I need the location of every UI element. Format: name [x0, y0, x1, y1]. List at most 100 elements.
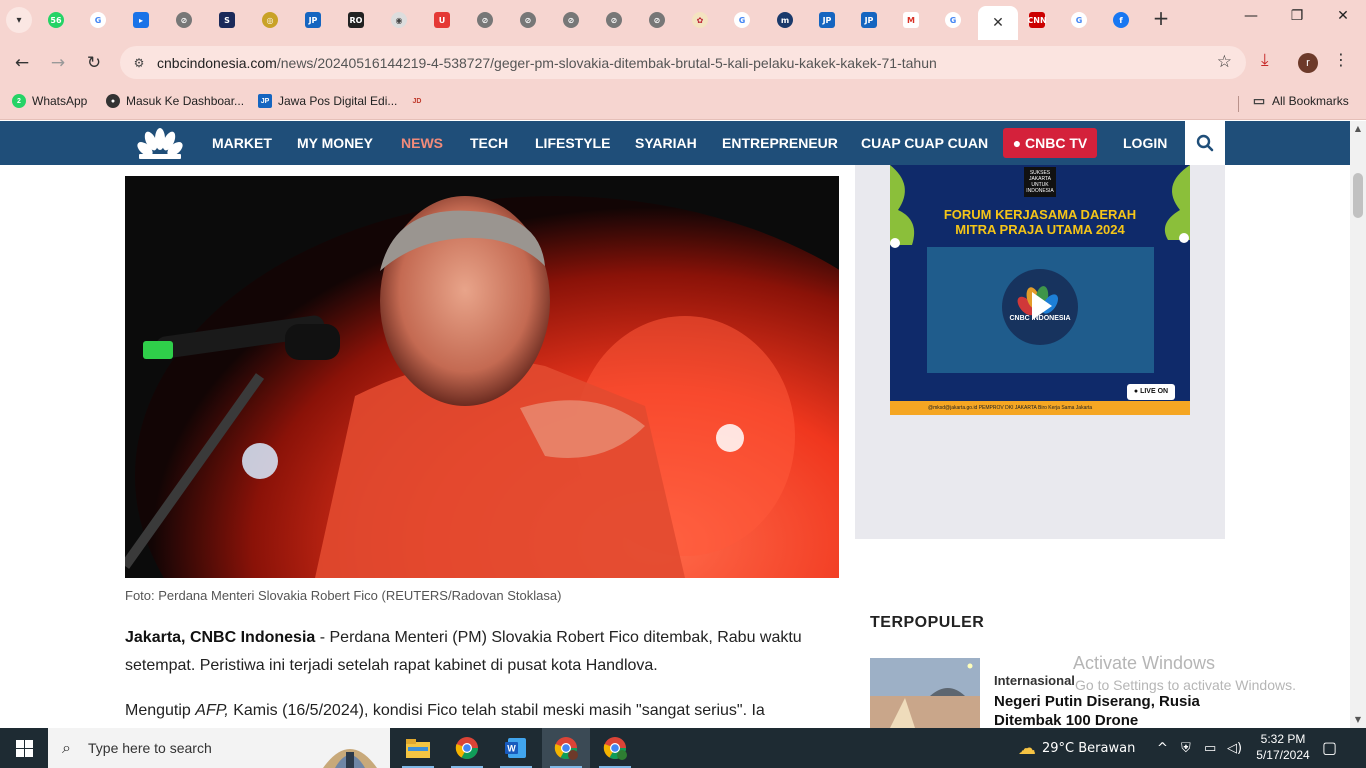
tab-google[interactable]: G — [78, 6, 118, 34]
video-play-button[interactable] — [1002, 269, 1078, 345]
nav-syariah[interactable]: SYARIAH — [635, 135, 697, 151]
tab-active-cnbc[interactable]: ✕ — [978, 6, 1018, 40]
download-icon[interactable]: ⤓ — [1261, 50, 1269, 70]
search-highlight-icon — [323, 749, 377, 768]
tab-page[interactable]: ⊘ — [551, 6, 591, 34]
page-scrollbar[interactable]: ▲ ▼ — [1350, 121, 1366, 728]
nav-lifestyle[interactable]: LIFESTYLE — [535, 135, 610, 151]
tab-app[interactable]: ▸ — [121, 6, 161, 34]
popular-category[interactable]: Internasional — [994, 673, 1075, 688]
tab-search-dropdown-icon[interactable]: ▾ — [6, 7, 32, 33]
cnbc-tv-button[interactable]: ● CNBC TV — [1003, 128, 1097, 158]
start-button[interactable] — [0, 728, 48, 768]
whatsapp-icon: 56 — [48, 12, 64, 28]
tab-google[interactable]: G — [933, 6, 973, 34]
globe-icon: ⊘ — [176, 12, 192, 28]
tab-page[interactable]: ⊘ — [164, 6, 204, 34]
tab-whatsapp[interactable]: 56 — [36, 6, 76, 34]
tab-cnn[interactable]: CNN — [1017, 6, 1057, 34]
tab-page[interactable]: ◎ — [250, 6, 290, 34]
tab-jp[interactable]: JP — [849, 6, 889, 34]
defender-icon[interactable]: ⛨ — [1181, 728, 1191, 768]
maximize-button[interactable]: ❐ — [1274, 8, 1320, 32]
nav-my-money[interactable]: MY MONEY — [297, 135, 373, 151]
scroll-up-arrow-icon[interactable]: ▲ — [1350, 121, 1366, 137]
ro-icon: RO — [348, 12, 364, 28]
tab-page[interactable]: RO — [336, 6, 376, 34]
taskbar-file-explorer[interactable] — [394, 728, 442, 768]
tab-page[interactable]: ⊘ — [637, 6, 677, 34]
network-icon[interactable]: ▭ — [1204, 728, 1216, 768]
tab-page[interactable]: m — [765, 6, 805, 34]
tab-jp[interactable]: JP — [293, 6, 333, 34]
cnbc-peacock-logo[interactable] — [135, 127, 185, 159]
tab-google[interactable]: G — [722, 6, 762, 34]
windows-logo-icon — [15, 739, 33, 757]
tab-gmail[interactable]: M — [891, 6, 931, 34]
tab-news[interactable]: S — [207, 6, 247, 34]
tab-facebook[interactable]: f — [1101, 6, 1141, 34]
taskbar-chrome-profile-h[interactable] — [591, 728, 639, 768]
taskbar-word[interactable]: W — [492, 728, 540, 768]
volume-icon[interactable]: ◁) — [1227, 728, 1242, 768]
taskbar-chrome[interactable] — [443, 728, 491, 768]
new-tab-button[interactable]: + — [1150, 8, 1172, 30]
nav-news[interactable]: NEWS — [401, 135, 443, 151]
popular-title[interactable]: Negeri Putin Diserang, Rusia Ditembak 10… — [994, 692, 1234, 730]
address-bar[interactable]: ⚙ cnbcindonesia.com/news/20240516144219-… — [120, 46, 1246, 79]
taskbar-chrome-profile[interactable] — [542, 728, 590, 768]
google-icon: G — [90, 12, 106, 28]
site-search-button[interactable] — [1185, 121, 1225, 165]
close-tab-icon[interactable]: ✕ — [992, 15, 1004, 31]
jp-icon: JP — [258, 94, 272, 108]
tab-page[interactable]: U — [422, 6, 462, 34]
all-bookmarks-button[interactable]: ▭ All Bookmarks — [1252, 93, 1349, 108]
tray-overflow-icon[interactable]: ^ — [1157, 728, 1168, 768]
sidebar-ad-banner[interactable]: SUKSES JAKARTA UNTUK INDONESIA FORUM KER… — [890, 165, 1190, 415]
scrollbar-thumb[interactable] — [1353, 173, 1363, 218]
back-button[interactable]: ← — [9, 50, 35, 76]
chrome-icon — [603, 737, 627, 760]
tab-page[interactable]: ◉ — [379, 6, 419, 34]
nav-cuap-cuap-cuan[interactable]: CUAP CUAP CUAN — [861, 135, 988, 151]
bookmark-jdih[interactable]: JD — [410, 94, 430, 108]
notification-icon[interactable]: ▢ — [1322, 738, 1337, 757]
gmail-icon: M — [903, 12, 919, 28]
site-navbar: MARKET MY MONEY NEWS TECH LIFESTYLE SYAR… — [0, 121, 1350, 165]
whatsapp-icon: 2 — [12, 94, 26, 108]
menu-kebab-icon[interactable]: ⋮ — [1333, 50, 1349, 69]
close-window-button[interactable]: ✕ — [1320, 8, 1366, 32]
play-icon — [1017, 286, 1058, 320]
site-info-icon[interactable]: ⚙ — [130, 54, 148, 72]
login-link[interactable]: LOGIN — [1123, 135, 1167, 151]
word-icon: W — [505, 738, 526, 758]
tab-page[interactable]: ⊘ — [508, 6, 548, 34]
forward-button[interactable]: → — [45, 50, 71, 76]
tab-google[interactable]: G — [1059, 6, 1099, 34]
nav-entrepreneur[interactable]: ENTREPRENEUR — [722, 135, 838, 151]
taskbar-search-placeholder: Type here to search — [88, 740, 212, 756]
bookmark-whatsapp[interactable]: 2 WhatsApp — [12, 94, 87, 108]
bookmark-label: WhatsApp — [32, 94, 88, 108]
popular-heading: TERPOPULER — [870, 614, 985, 631]
nav-market[interactable]: MARKET — [212, 135, 272, 151]
profile-avatar[interactable]: r — [1298, 53, 1318, 73]
weather-widget[interactable]: ☁ 29°C Berawan — [1018, 728, 1135, 768]
taskbar-clock[interactable]: 5:32 PM 5/17/2024 — [1248, 731, 1318, 763]
bookmark-label: Masuk Ke Dashboar... — [126, 94, 245, 108]
taskbar-search-box[interactable]: ⌕ Type here to search — [48, 728, 390, 768]
bookmark-star-icon[interactable]: ☆ — [1217, 52, 1232, 72]
popular-thumbnail[interactable] — [870, 658, 980, 728]
reload-button[interactable]: ↻ — [81, 50, 107, 76]
bookmark-dashboard[interactable]: ● Masuk Ke Dashboar... — [106, 94, 244, 108]
minimize-button[interactable]: — — [1228, 8, 1274, 32]
tab-page[interactable]: ✿ — [680, 6, 720, 34]
chrome-icon — [455, 737, 478, 759]
bookmark-jawapos[interactable]: JP Jawa Pos Digital Edi... — [258, 94, 397, 108]
tab-jp[interactable]: JP — [807, 6, 847, 34]
url-text[interactable]: cnbcindonesia.com/news/20240516144219-4-… — [157, 55, 937, 71]
scroll-down-arrow-icon[interactable]: ▼ — [1350, 712, 1366, 728]
tab-page[interactable]: ⊘ — [465, 6, 505, 34]
nav-tech[interactable]: TECH — [470, 135, 508, 151]
tab-page[interactable]: ⊘ — [594, 6, 634, 34]
